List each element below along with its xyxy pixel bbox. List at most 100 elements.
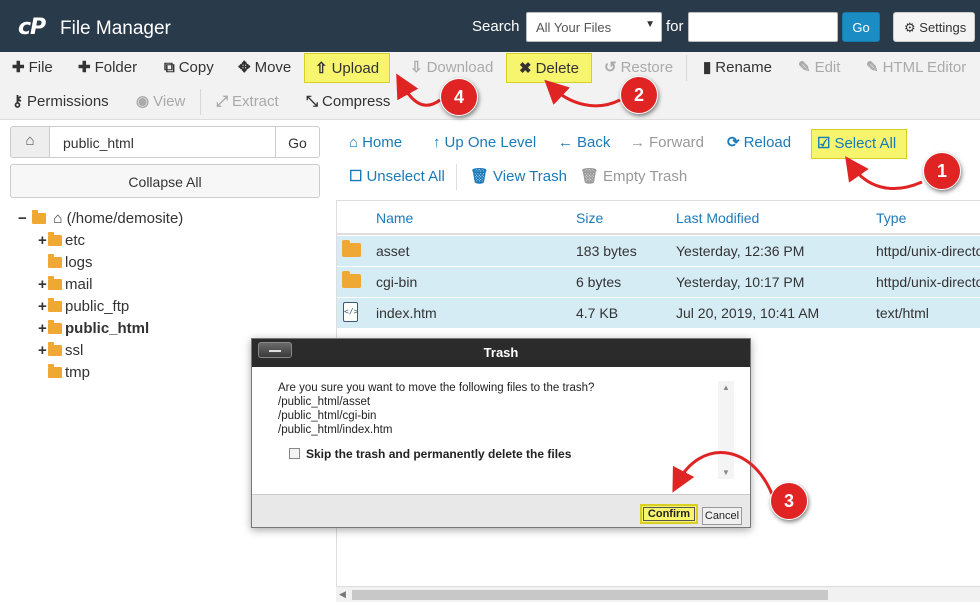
html-editor-label: HTML Editor [882,59,967,76]
view-button[interactable]: ◉ View [136,87,185,117]
for-label: for [666,18,684,35]
file-type: httpd/unix-directory [876,274,980,290]
file-name: cgi-bin [376,274,418,290]
search-label: Search [472,18,520,35]
folder-icon [48,342,62,356]
tree-root[interactable]: − ⌂ (/home/demosite) [18,209,183,229]
dialog-footer: Confirm Cancel [252,494,750,527]
dialog-scrollbar[interactable]: ▲ ▼ [718,381,734,479]
expand-toggle[interactable]: + [38,231,48,251]
copy-button[interactable]: ⧉ Copy [164,53,214,83]
html-editor-icon: ✎ [866,59,879,76]
column-header-name[interactable]: Name [376,210,413,226]
nav-back-button[interactable]: ← Back [558,129,610,157]
home-path-button[interactable]: ⌂ [10,126,50,158]
tree-item-label: etc [65,232,86,249]
upload-button[interactable]: ⇧ Upload [304,53,391,83]
view-label: View [153,93,186,110]
toolbar-divider [686,55,687,81]
restore-icon: ↺ [604,59,617,76]
file-modified: Yesterday, 12:36 PM [676,243,805,259]
extract-button[interactable]: ⤢ Extract [216,87,279,117]
tree-item-ssl[interactable]: + ssl [38,341,83,361]
file-type: httpd/unix-directory [876,243,980,259]
expand-toggle[interactable]: + [38,275,48,295]
confirm-button[interactable]: Confirm [640,504,698,524]
file-name: index.htm [376,305,437,321]
file-size: 6 bytes [576,274,622,290]
column-header-type[interactable]: Type [876,210,906,226]
edit-button[interactable]: ✎ Edit [798,53,840,83]
search-scope-select[interactable]: All Your Files ▼ [526,12,662,42]
tree-item-public-ftp[interactable]: + public_ftp [38,297,129,317]
select-all-label: Select All [834,135,897,152]
toolbar-divider [200,89,201,115]
column-header-size[interactable]: Size [576,210,603,226]
table-row[interactable]: asset 183 bytes Yesterday, 12:36 PM http… [337,236,980,267]
tree-item-etc[interactable]: + etc [38,231,85,251]
unselect-all-label: Unselect All [366,168,445,185]
nav-up-label: Up One Level [444,134,537,151]
home-icon: ⌂ [53,210,63,227]
new-file-label: File [28,59,53,76]
scroll-down-arrow-icon[interactable]: ▼ [722,468,730,477]
permissions-button[interactable]: ⚷ Permissions [12,87,109,117]
empty-trash-button[interactable]: 🗑︎ Empty Trash [580,163,687,191]
new-folder-button[interactable]: ✚ Folder [78,53,137,83]
column-header-last-modified[interactable]: Last Modified [676,210,759,226]
collapse-toggle[interactable]: − [18,209,28,229]
expand-toggle[interactable]: + [38,341,48,361]
skip-trash-option[interactable]: Skip the trash and permanently delete th… [289,447,571,461]
scroll-up-arrow-icon[interactable]: ▲ [722,383,730,392]
nav-home-button[interactable]: ⌂ Home [349,129,402,157]
scroll-left-arrow-icon[interactable]: ◀ [339,589,346,600]
new-file-button[interactable]: ✚ File [12,53,53,83]
new-folder-label: Folder [94,59,138,76]
view-trash-button[interactable]: 🗑︎ View Trash [470,163,567,191]
search-go-button[interactable]: Go [842,12,880,42]
horizontal-scrollbar[interactable]: ◀ [336,586,980,602]
move-button[interactable]: ✥ Move [238,53,291,83]
nav-back-label: Back [577,134,611,151]
delete-button[interactable]: ✖ Delete [506,53,592,83]
nav-forward-button[interactable]: → Forward [630,129,704,157]
skip-trash-checkbox[interactable] [289,448,300,459]
table-row[interactable]: cgi-bin 6 bytes Yesterday, 10:17 PM http… [337,267,980,298]
tree-item-mail[interactable]: + mail [38,275,93,295]
tree-item-public-html[interactable]: + public_html [38,319,149,339]
path-go-button[interactable]: Go [275,126,320,158]
expand-toggle[interactable]: + [38,319,48,339]
unselect-all-button[interactable]: ☐ Unselect All [349,163,445,191]
upload-icon: ⇧ [315,60,328,77]
nav-up-button[interactable]: ↑ Up One Level [433,129,536,157]
folder-icon [48,320,62,334]
tree-item-logs[interactable]: logs [38,253,93,273]
search-input[interactable] [688,12,838,42]
annotation-badge-4: 4 [440,78,478,116]
table-row[interactable]: </> index.htm 4.7 KB Jul 20, 2019, 10:41… [337,298,980,329]
dialog-message: Are you sure you want to move the follow… [278,381,594,437]
rename-button[interactable]: ▮ Rename [703,53,772,83]
level-up-icon: ↑ [433,134,441,151]
pencil-icon: ✎ [798,59,811,76]
html-editor-button[interactable]: ✎ HTML Editor [866,53,966,83]
tree-item-tmp[interactable]: tmp [38,363,90,383]
cancel-button[interactable]: Cancel [702,507,742,525]
empty-trash-label: Empty Trash [603,168,688,185]
scrollbar-thumb[interactable] [352,590,828,600]
nav-reload-button[interactable]: ⟳ Reload [727,129,791,157]
eye-icon: ◉ [136,93,150,110]
tree-item-label: logs [65,254,93,271]
compress-button[interactable]: ⤡ Compress [306,87,390,117]
edit-label: Edit [814,59,841,76]
dialog-file-path: /public_html/index.htm [278,424,393,436]
expand-toggle[interactable]: + [38,297,48,317]
tree-item-label: public_ftp [65,298,130,315]
arrow-right-icon: → [630,134,645,151]
collapse-all-button[interactable]: Collapse All [10,164,320,198]
path-input[interactable]: public_html [50,126,276,158]
select-all-button[interactable]: ☑ Select All [811,129,908,159]
delete-label: Delete [535,60,579,77]
settings-button[interactable]: ⚙ Settings [893,12,975,42]
move-label: Move [254,59,292,76]
